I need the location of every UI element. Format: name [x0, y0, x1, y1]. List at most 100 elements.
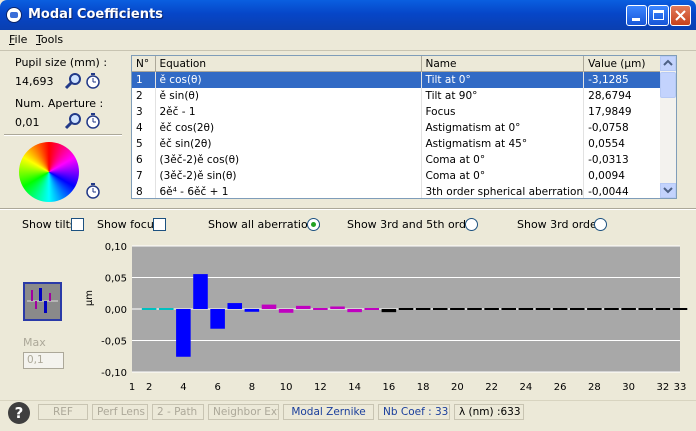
scroll-down-button[interactable] — [660, 183, 676, 198]
bar-coef-19 — [432, 308, 448, 310]
x-tick-label: 22 — [485, 382, 498, 393]
show-3rd-label: Show 3rd order — [517, 218, 602, 231]
bar-coef-29 — [604, 308, 619, 310]
chart-thumbnail[interactable] — [23, 282, 62, 321]
show-3rd-5th-radio[interactable] — [465, 218, 478, 231]
bar-coef-20 — [450, 308, 465, 310]
status-modal-zernike[interactable]: Modal Zernike — [283, 404, 374, 420]
table-row[interactable]: 2ě sin(θ) Tilt at 90° 28,6794 — [132, 88, 674, 104]
table-row[interactable]: 7 (3ěč-2)ě sin(θ) Coma at 0° 0,0094 — [132, 168, 674, 184]
column-header-number[interactable]: N° — [132, 56, 156, 72]
show-tilts-checkbox[interactable] — [71, 218, 84, 231]
cell-name: Tilt at 0° — [421, 71, 585, 88]
y-tick-label: 0,05 — [105, 274, 127, 285]
pupil-size-value: 14,693 — [15, 75, 54, 88]
bar-coef-13 — [330, 306, 345, 309]
scroll-up-button[interactable] — [660, 56, 676, 71]
column-header-name[interactable]: Name — [421, 56, 585, 72]
y-tick-label: -0,05 — [101, 337, 127, 348]
bar-coef-12 — [313, 308, 328, 310]
menu-bar — [0, 30, 696, 51]
table-row[interactable]: 3 2ěč - 1 Focus 17,9849 — [132, 104, 674, 120]
max-input[interactable]: 0,1 — [23, 352, 64, 369]
cell-n: 3 — [132, 104, 156, 120]
x-tick-label: 26 — [554, 382, 567, 393]
show-all-aberrations-radio[interactable] — [307, 218, 320, 231]
table-row[interactable]: 4 ěč cos(2θ) Astigmatism at 0° -0,0758 — [132, 120, 674, 136]
cell-eq: ě cos(θ) — [155, 71, 422, 88]
timer-icon[interactable] — [84, 182, 102, 200]
cell-name: Astigmatism at 0° — [421, 120, 585, 136]
bar-coef-26 — [552, 308, 568, 310]
cell-n: 8 — [132, 184, 156, 198]
max-label: Max — [23, 336, 46, 349]
bar-coef-4 — [176, 309, 191, 357]
x-tick-label: 8 — [249, 382, 255, 393]
cell-eq: ěč sin(2θ) — [155, 136, 422, 152]
bar-coef-31 — [638, 308, 654, 310]
maximize-button[interactable] — [648, 5, 669, 26]
cell-eq: 6ě⁴ - 6ěč + 1 — [155, 184, 422, 198]
window-title: Modal Coefficients — [28, 7, 163, 22]
show-all-aberrations-label: Show all aberrations — [208, 218, 321, 231]
show-3rd-radio[interactable] — [594, 218, 607, 231]
bar-coef-21 — [467, 308, 482, 310]
status-perf-lens[interactable]: Perf Lens — [92, 404, 148, 420]
menu-tools[interactable]: Tools — [36, 33, 63, 46]
x-tick-label: 32 — [657, 382, 670, 393]
close-icon — [675, 10, 686, 21]
y-tick-label: -0,10 — [101, 368, 127, 379]
cell-n: 7 — [132, 168, 156, 184]
bar-coef-16 — [381, 309, 397, 313]
x-tick-label: 20 — [451, 382, 464, 393]
status-nb-coef: Nb Coef : 33 — [378, 404, 450, 420]
magnifier-icon[interactable] — [64, 112, 82, 130]
table-row[interactable]: 1ě cos(θ) Tilt at 0° -3,1285 — [132, 71, 674, 88]
bar-coef-15 — [364, 308, 380, 310]
x-tick-label: 30 — [622, 382, 635, 393]
bar-coef-7 — [227, 303, 243, 309]
table-row[interactable]: 5 ěč sin(2θ) Astigmatism at 45° 0,0554 — [132, 136, 674, 152]
table-scrollbar[interactable] — [660, 56, 676, 198]
bar-coef-28 — [587, 308, 602, 310]
bar-coef-22 — [484, 308, 499, 310]
x-tick-label: 6 — [214, 382, 220, 393]
cell-n: 5 — [132, 136, 156, 152]
bar-coef-6 — [210, 309, 225, 329]
status-wavelength: λ (nm) :633 — [454, 404, 524, 420]
table-row[interactable]: 8 6ě⁴ - 6ěč + 1 3th order spherical aberra… — [132, 184, 674, 198]
bar-coef-32 — [655, 308, 671, 310]
y-tick-label: 0,00 — [105, 305, 127, 316]
bar-coef-18 — [415, 308, 431, 310]
column-header-equation[interactable]: Equation — [155, 56, 422, 72]
bar-coef-10 — [278, 309, 294, 313]
bar-coef-27 — [569, 308, 585, 310]
x-tick-label: 18 — [417, 382, 430, 393]
bar-coef-25 — [535, 308, 551, 310]
status-2-path[interactable]: 2 - Path — [152, 404, 204, 420]
close-button[interactable] — [670, 5, 691, 26]
minimize-button[interactable] — [626, 5, 647, 26]
help-icon[interactable]: ? — [8, 402, 30, 424]
menu-file[interactable]: File — [9, 33, 27, 46]
magnifier-icon[interactable] — [64, 72, 82, 90]
x-tick-label: 12 — [314, 382, 327, 393]
bar-coef-23 — [501, 308, 517, 310]
bar-coef-9 — [261, 304, 277, 309]
cell-eq: (3ěč-2)ě sin(θ) — [155, 168, 422, 184]
show-focus-checkbox[interactable] — [153, 218, 166, 231]
phase-color-wheel — [19, 142, 79, 202]
cell-name: Tilt at 90° — [421, 88, 585, 104]
bar-coef-24 — [518, 308, 534, 310]
status-neighbor-ext[interactable]: Neighbor Ext — [208, 404, 279, 420]
bar-coef-3 — [158, 308, 174, 310]
cell-eq: 2ěč - 1 — [155, 104, 422, 120]
coefficients-table[interactable]: N° Equation Name Value (µm) 1ě cos(θ) Til… — [131, 55, 677, 199]
table-row[interactable]: 6 (3ěč-2)ě cos(θ) Coma at 0° -0,0313 — [132, 152, 674, 168]
bar-coef-8 — [244, 309, 260, 312]
status-ref[interactable]: REF — [38, 404, 88, 420]
scroll-thumb[interactable] — [660, 72, 676, 98]
divider — [4, 135, 122, 136]
timer-icon[interactable] — [84, 72, 102, 90]
timer-icon[interactable] — [84, 112, 102, 130]
